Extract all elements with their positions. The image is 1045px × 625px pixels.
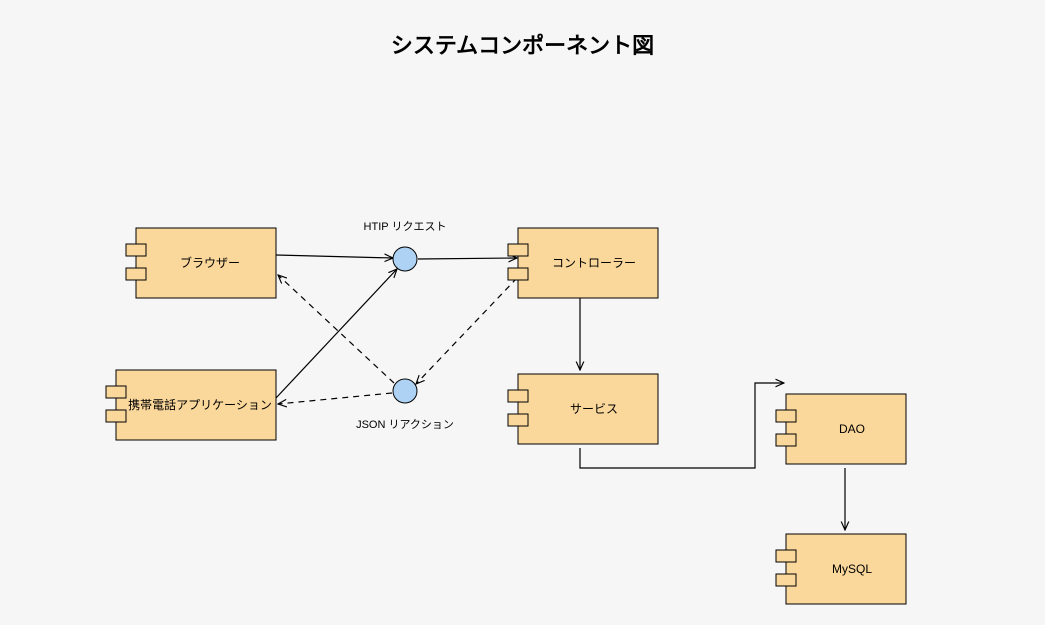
edge-controller-to-json xyxy=(416,278,517,384)
diagram-canvas: HTIP リクエスト JSON リアクション ブラウザー 携帯電話アプリケーショ… xyxy=(0,0,1045,625)
edge-http-to-controller xyxy=(418,258,517,259)
interface-json-reaction: JSON リアクション xyxy=(356,379,454,431)
component-mobile-label: 携帯電話アプリケーション xyxy=(128,397,272,412)
component-mysql-label: MySQL xyxy=(832,562,872,576)
component-mysql: MySQL xyxy=(776,534,906,604)
edge-browser-to-http xyxy=(276,255,393,258)
interface-http-request-label: HTIP リクエスト xyxy=(364,220,447,233)
edge-mobile-to-http xyxy=(276,269,397,398)
interface-json-reaction-label: JSON リアクション xyxy=(356,418,454,431)
interface-http-request: HTIP リクエスト xyxy=(364,220,447,271)
component-service: サービス xyxy=(508,374,658,444)
component-dao-label: DAO xyxy=(839,422,865,436)
component-browser-label: ブラウザー xyxy=(180,255,240,270)
component-browser: ブラウザー xyxy=(126,228,276,298)
component-dao: DAO xyxy=(776,394,906,464)
component-mobile: 携帯電話アプリケーション xyxy=(106,370,276,440)
component-controller: コントローラー xyxy=(508,228,658,298)
component-service-label: サービス xyxy=(570,402,618,416)
component-controller-label: コントローラー xyxy=(552,256,636,270)
edge-json-to-mobile xyxy=(278,393,392,404)
